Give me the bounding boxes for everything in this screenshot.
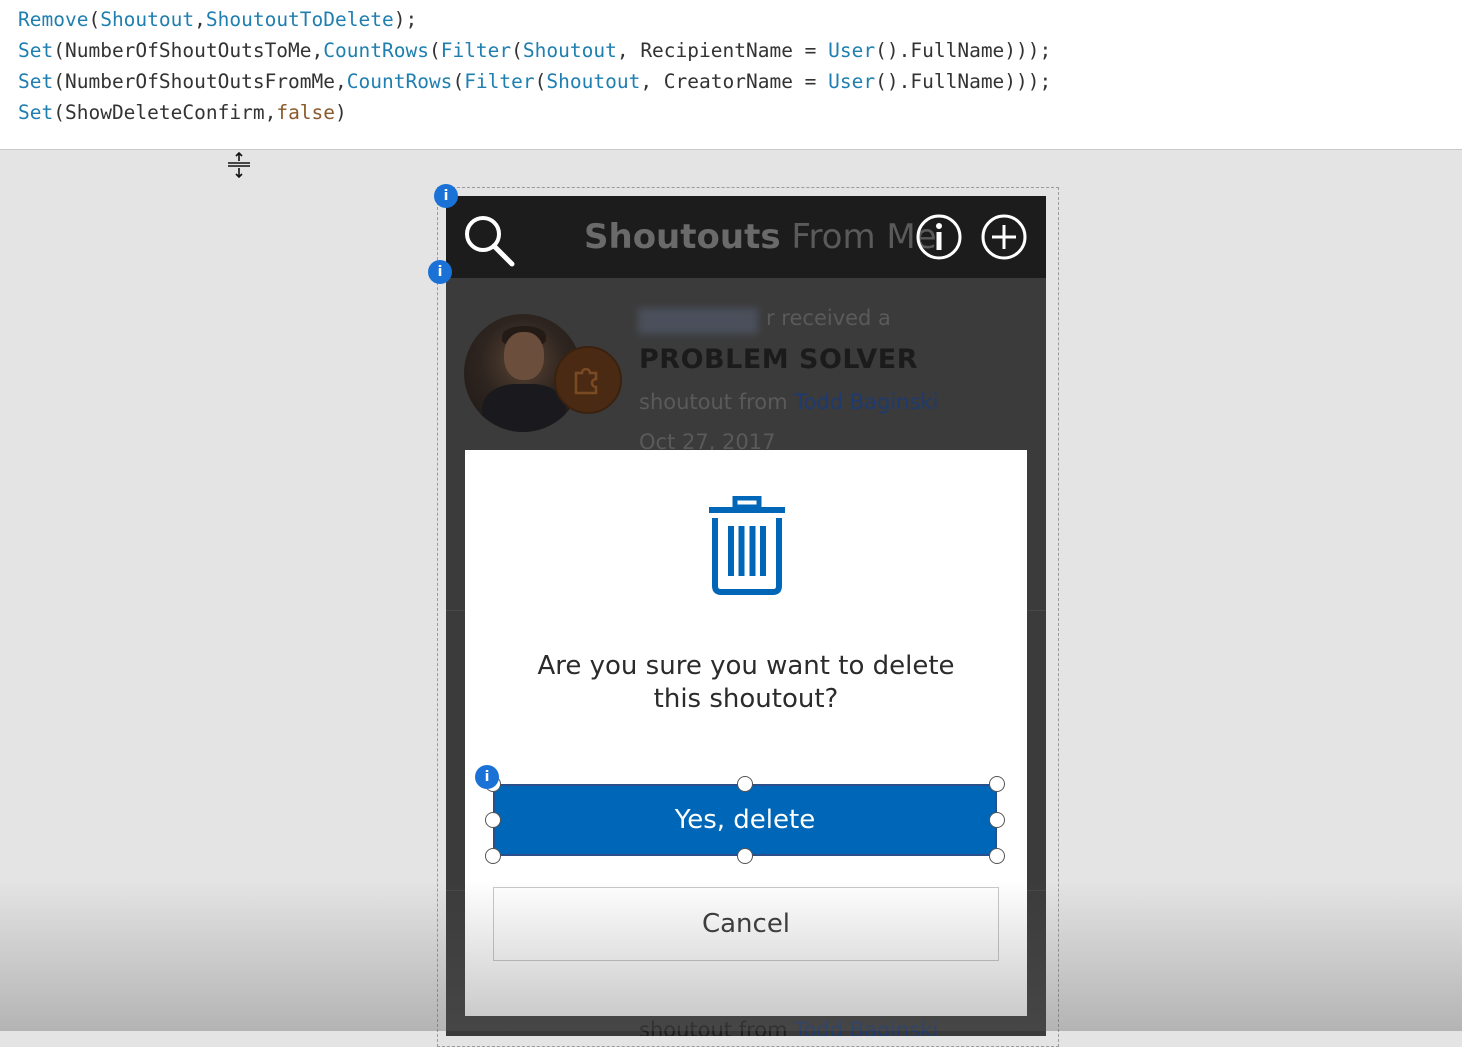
code-token: Set	[18, 101, 54, 124]
creator-link-next[interactable]: Todd Baginski	[794, 1018, 938, 1036]
info-badge-icon[interactable]: i	[475, 765, 499, 789]
code-token: FullName	[910, 39, 1005, 62]
code-line-3: Set(NumberOfShoutOutsFromMe,CountRows(Fi…	[18, 70, 1052, 93]
yes-delete-button[interactable]: Yes, delete	[493, 784, 997, 856]
code-token: CreatorName	[663, 70, 793, 93]
info-icon[interactable]	[915, 213, 963, 261]
resize-handle[interactable]	[737, 776, 753, 792]
from-text: shoutout from Todd Baginski	[639, 390, 939, 414]
code-token: Filter	[440, 39, 512, 62]
resize-handle[interactable]	[989, 848, 1005, 864]
formula-editor[interactable]: Remove(Shoutout,ShoutoutToDelete); Set(N…	[0, 0, 1462, 150]
from-text-next: shoutout from Todd Baginski	[639, 1018, 938, 1036]
code-token: Set	[18, 70, 54, 93]
info-badge-icon[interactable]: i	[434, 184, 458, 208]
code-token: ShoutoutToDelete	[205, 8, 394, 31]
received-text: r received a	[766, 306, 891, 330]
search-icon[interactable]	[460, 212, 516, 268]
code-token: Shoutout	[546, 70, 641, 93]
code-token: Shoutout	[522, 39, 617, 62]
code-token: Set	[18, 39, 54, 62]
code-token: false	[276, 101, 336, 124]
code-token: ShowDeleteConfirm	[64, 101, 265, 124]
creator-link[interactable]: Todd Baginski	[794, 390, 938, 414]
code-token: User	[828, 39, 876, 62]
resize-handle[interactable]	[485, 848, 501, 864]
resize-handle[interactable]	[989, 776, 1005, 792]
code-token: Filter	[464, 70, 535, 93]
page-title: Shoutouts From Me	[584, 217, 937, 257]
resize-handle[interactable]	[737, 848, 753, 864]
resize-handle[interactable]	[989, 812, 1005, 828]
code-token: CountRows	[323, 39, 429, 62]
cancel-button[interactable]: Cancel	[493, 887, 999, 961]
delete-confirm-dialog: Are you sure you want to delete this sho…	[465, 450, 1027, 1016]
puzzle-icon	[574, 367, 598, 395]
award-badge	[554, 346, 622, 414]
code-token: NumberOfShoutOutsFromMe	[64, 70, 336, 93]
code-token: Remove	[18, 8, 89, 31]
add-icon[interactable]	[980, 213, 1028, 261]
trash-icon	[709, 496, 785, 595]
code-token: FullName	[910, 70, 1005, 93]
code-token: RecipientName	[640, 39, 793, 62]
code-line-4: Set(ShowDeleteConfirm,false)	[18, 101, 347, 124]
resize-cursor-icon	[228, 152, 250, 178]
resize-handle[interactable]	[485, 812, 501, 828]
code-line-1: Remove(Shoutout,ShoutoutToDelete);	[18, 8, 418, 31]
app-header: Shoutouts From Me	[446, 196, 1046, 278]
code-token: Shoutout	[100, 8, 195, 31]
dialog-message: Are you sure you want to delete this sho…	[537, 651, 955, 714]
code-token: User	[828, 70, 876, 93]
code-token: CountRows	[346, 70, 453, 93]
recipient-name-redacted	[638, 308, 758, 334]
code-token: NumberOfShoutOutsToMe	[64, 39, 312, 62]
info-badge-icon[interactable]: i	[428, 260, 452, 284]
code-line-2: Set(NumberOfShoutOutsToMe,CountRows(Filt…	[18, 39, 1052, 62]
award-title: PROBLEM SOLVER	[639, 344, 919, 375]
